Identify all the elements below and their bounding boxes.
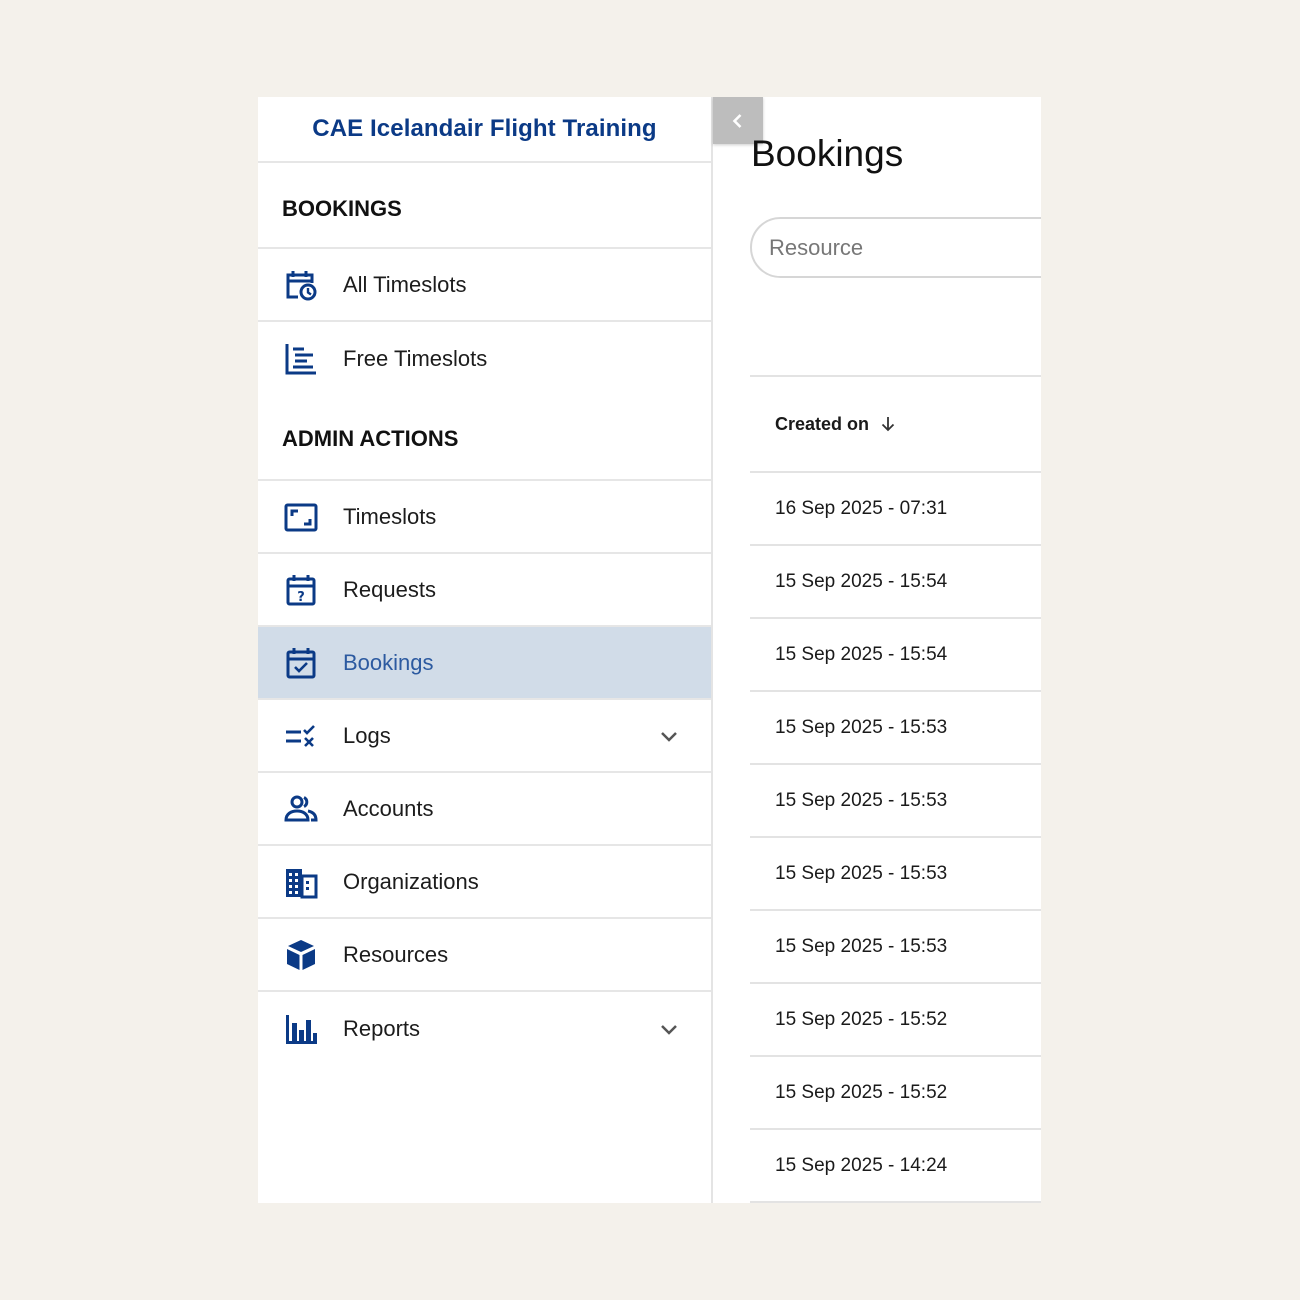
- created-on-cell: 15 Sep 2025 - 14:24: [775, 1154, 948, 1176]
- brand-title[interactable]: CAE Icelandair Flight Training: [312, 115, 656, 143]
- sidebar-item-label: Timeslots: [343, 503, 437, 529]
- table-row[interactable]: 15 Sep 2025 - 15:54: [750, 546, 1041, 619]
- sidebar: CAE Icelandair Flight Training BOOKINGS …: [258, 97, 713, 1203]
- table-row[interactable]: 15 Sep 2025 - 15:53: [750, 692, 1041, 765]
- main-content: Bookings Created on 16 Sep 2025 - 07:31 …: [715, 97, 1041, 1203]
- section-title-bookings: BOOKINGS: [258, 163, 711, 249]
- table-body: 16 Sep 2025 - 07:31 15 Sep 2025 - 15:54 …: [750, 473, 1041, 1203]
- sidebar-item-requests[interactable]: ? Requests: [258, 554, 711, 627]
- chevron-down-icon[interactable]: [657, 724, 681, 748]
- created-on-cell: 15 Sep 2025 - 15:52: [775, 1008, 948, 1030]
- created-on-cell: 15 Sep 2025 - 15:54: [775, 643, 948, 665]
- sidebar-item-all-timeslots[interactable]: All Timeslots: [258, 249, 711, 322]
- sidebar-item-label: Accounts: [343, 795, 434, 821]
- created-on-cell: 15 Sep 2025 - 15:52: [775, 1081, 948, 1103]
- resource-search-input[interactable]: [769, 234, 1041, 261]
- created-on-cell: 16 Sep 2025 - 07:31: [775, 497, 948, 519]
- table-row[interactable]: 15 Sep 2025 - 15:53: [750, 911, 1041, 984]
- table-row[interactable]: 15 Sep 2025 - 15:53: [750, 765, 1041, 838]
- created-on-cell: 15 Sep 2025 - 15:53: [775, 935, 948, 957]
- resource-search-field[interactable]: [750, 217, 1041, 278]
- calendar-check-icon: [284, 646, 318, 680]
- calendar-clock-icon: [284, 268, 318, 302]
- created-on-cell: 15 Sep 2025 - 15:54: [775, 570, 948, 592]
- sidebar-item-label: Bookings: [343, 649, 434, 675]
- checklist-icon: [284, 719, 318, 753]
- sidebar-item-label: Free Timeslots: [343, 345, 488, 371]
- sidebar-item-timeslots[interactable]: Timeslots: [258, 481, 711, 554]
- table-row[interactable]: 15 Sep 2025 - 15:52: [750, 1057, 1041, 1130]
- sidebar-item-accounts[interactable]: Accounts: [258, 773, 711, 846]
- column-header-created-on[interactable]: Created on: [775, 414, 869, 435]
- table-row[interactable]: 15 Sep 2025 - 15:53: [750, 838, 1041, 911]
- created-on-cell: 15 Sep 2025 - 15:53: [775, 789, 948, 811]
- fullscreen-frame-icon: [284, 500, 318, 534]
- bar-chart-icon: [284, 1012, 318, 1046]
- chevron-down-icon[interactable]: [657, 1017, 681, 1041]
- section-title-admin-actions: ADMIN ACTIONS: [258, 395, 711, 481]
- sidebar-item-bookings[interactable]: Bookings: [258, 627, 711, 700]
- created-on-cell: 15 Sep 2025 - 15:53: [775, 716, 948, 738]
- cube-icon: [284, 938, 318, 972]
- sidebar-item-resources[interactable]: Resources: [258, 919, 711, 992]
- sidebar-item-label: Organizations: [343, 868, 479, 894]
- sidebar-item-label: Requests: [343, 576, 436, 602]
- sidebar-item-label: All Timeslots: [343, 271, 467, 297]
- calendar-question-icon: ?: [284, 573, 318, 607]
- brand-header: CAE Icelandair Flight Training: [258, 97, 711, 163]
- app-frame: CAE Icelandair Flight Training BOOKINGS …: [258, 97, 1041, 1203]
- page-title: Bookings: [751, 133, 904, 174]
- sidebar-item-free-timeslots[interactable]: Free Timeslots: [258, 322, 711, 395]
- sidebar-item-label: Resources: [343, 941, 449, 967]
- table-row[interactable]: 15 Sep 2025 - 15:54: [750, 619, 1041, 692]
- sidebar-item-label: Logs: [343, 722, 391, 748]
- svg-text:?: ?: [297, 590, 305, 605]
- table-row[interactable]: 16 Sep 2025 - 07:31: [750, 473, 1041, 546]
- people-icon: [284, 792, 318, 826]
- sidebar-item-label: Reports: [343, 1015, 421, 1041]
- sidebar-item-reports[interactable]: Reports: [258, 992, 711, 1065]
- arrow-down-icon[interactable]: [879, 415, 897, 433]
- timeline-icon: [284, 342, 318, 376]
- sidebar-item-organizations[interactable]: Organizations: [258, 846, 711, 919]
- sidebar-item-logs[interactable]: Logs: [258, 700, 711, 773]
- building-icon: [284, 865, 318, 899]
- table-header: Created on: [750, 377, 1041, 473]
- created-on-cell: 15 Sep 2025 - 15:53: [775, 862, 948, 884]
- table-row[interactable]: 15 Sep 2025 - 15:52: [750, 984, 1041, 1057]
- table-row[interactable]: 15 Sep 2025 - 14:24: [750, 1130, 1041, 1203]
